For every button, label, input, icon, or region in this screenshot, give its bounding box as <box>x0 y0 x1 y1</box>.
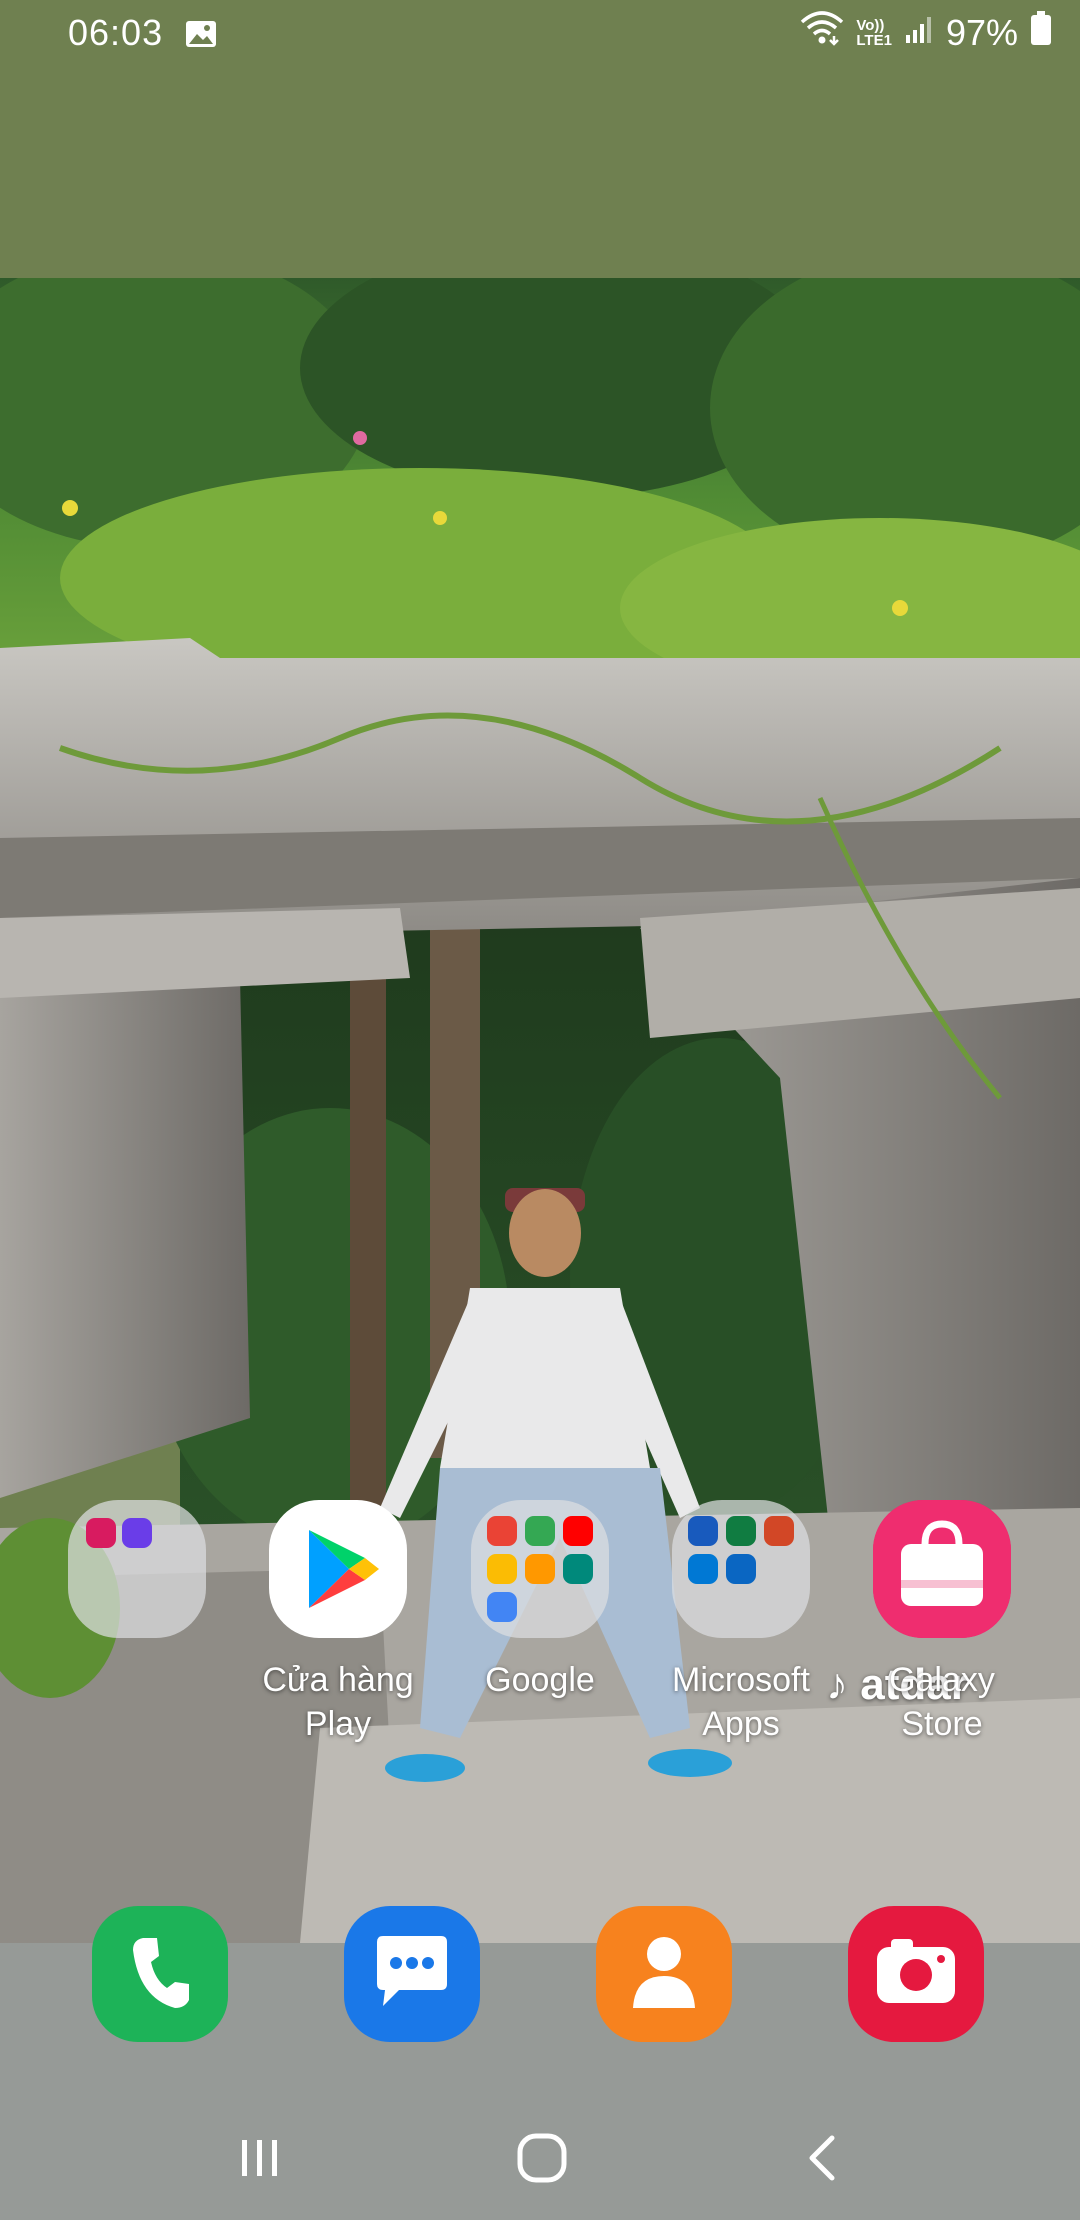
drive-mini-icon <box>487 1554 517 1584</box>
microsoft-folder-icon <box>672 1500 810 1638</box>
play-store-icon <box>269 1500 407 1638</box>
folder-icon <box>68 1500 206 1638</box>
battery-percent: 97% <box>945 11 1018 53</box>
back-icon <box>802 2134 842 2187</box>
app-label: Microsoft Apps <box>641 1658 841 1746</box>
app-label-line2: Play <box>304 1705 372 1743</box>
camera-icon <box>873 1937 959 2012</box>
status-bar: 06:03 Vo)) LTE1 97% <box>0 0 1080 66</box>
galaxy-store-icon <box>873 1500 1011 1638</box>
app-google-folder[interactable]: Google <box>440 1500 640 1702</box>
camera-app[interactable] <box>848 1906 984 2042</box>
maps-mini-icon <box>525 1516 555 1546</box>
linkedin-mini-icon <box>726 1554 756 1584</box>
home-icon <box>516 2132 568 2189</box>
app-label-line1: Microsoft <box>672 1661 810 1699</box>
app-label-line2: Store <box>901 1705 983 1743</box>
app-label-line2: Apps <box>702 1705 780 1743</box>
signal-icon <box>904 12 934 54</box>
image-icon <box>184 16 218 58</box>
flower-mini-icon <box>86 1518 116 1548</box>
status-indicators: Vo)) LTE1 97% <box>800 10 1052 55</box>
recents-button[interactable] <box>220 2130 300 2190</box>
onedrive-mini-icon <box>688 1554 718 1584</box>
orbit-mini-icon <box>122 1518 152 1548</box>
youtube-mini-icon <box>563 1516 593 1546</box>
powerpoint-mini-icon <box>764 1516 794 1546</box>
battery-icon <box>1030 11 1052 54</box>
app-label-line1: Galaxy <box>889 1661 995 1699</box>
photos-mini-icon <box>487 1592 517 1622</box>
google-folder-icon <box>471 1500 609 1638</box>
network-type: Vo)) LTE1 <box>856 18 892 48</box>
contacts-app[interactable] <box>596 1906 732 2042</box>
messages-icon <box>369 1934 455 2015</box>
app-galaxy-store[interactable]: Galaxy Store <box>842 1500 1042 1746</box>
meet-mini-icon <box>563 1554 593 1584</box>
app-microsoft-folder[interactable]: Microsoft Apps <box>641 1500 841 1746</box>
word-mini-icon <box>688 1516 718 1546</box>
app-folder-unnamed[interactable] <box>37 1500 237 1638</box>
lte-label: LTE1 <box>856 31 892 49</box>
phone-icon <box>125 1932 195 2017</box>
app-label-line1: Google <box>485 1661 595 1699</box>
app-play-store[interactable]: Cửa hàng Play <box>238 1500 438 1746</box>
wifi-icon <box>800 10 844 55</box>
app-label: Cửa hàng Play <box>238 1658 438 1746</box>
gmail-mini-icon <box>487 1516 517 1546</box>
excel-mini-icon <box>726 1516 756 1546</box>
play-movies-mini-icon <box>525 1554 555 1584</box>
home-button[interactable] <box>502 2130 582 2190</box>
app-label-line1: Cửa hàng <box>262 1661 414 1699</box>
phone-app[interactable] <box>92 1906 228 2042</box>
recents-icon <box>238 2136 282 2185</box>
messages-app[interactable] <box>344 1906 480 2042</box>
app-label: Google <box>440 1658 640 1702</box>
status-time: 06:03 <box>68 12 164 53</box>
app-label: Galaxy Store <box>842 1658 1042 1746</box>
back-button[interactable] <box>782 2130 862 2190</box>
contacts-icon <box>629 1932 699 2017</box>
